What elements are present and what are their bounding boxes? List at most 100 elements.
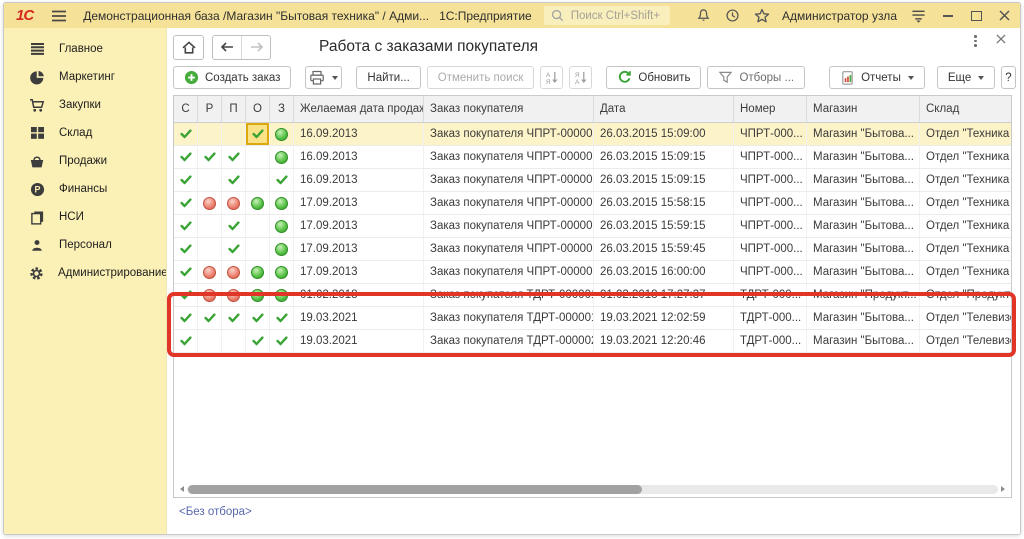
person-icon (29, 238, 45, 253)
cell-number: ЧПРТ-000... (734, 215, 807, 237)
main-menu-icon[interactable] (51, 9, 67, 23)
check-icon (180, 221, 192, 231)
scroll-left-icon[interactable] (180, 486, 184, 492)
close-window-button[interactable] (998, 10, 1010, 22)
cell-number: ЧПРТ-000... (734, 123, 807, 145)
print-button[interactable] (305, 66, 342, 89)
column-header-8[interactable]: Дата (594, 96, 734, 122)
cell-date: 26.03.2015 15:09:00 (594, 123, 734, 145)
refresh-button[interactable]: Обновить (606, 66, 701, 89)
sort-ascending-button[interactable]: АЯ (540, 66, 563, 89)
help-button[interactable]: ? (1001, 66, 1015, 89)
more-dropdown-caret-icon (978, 76, 984, 80)
column-header-9[interactable]: Номер (734, 96, 807, 122)
sidebar-item-7[interactable]: НСИ (4, 203, 166, 231)
table-row[interactable]: 17.09.2013Заказ покупателя ЧПРТ-00000...… (174, 192, 1011, 215)
reports-button[interactable]: Отчеты (829, 66, 925, 89)
sidebar-item-9[interactable]: Администрирование (4, 259, 166, 287)
sidebar-item-6[interactable]: РФинансы (4, 175, 166, 203)
cell-order: Заказ покупателя ЧПРТ-00000... (424, 261, 594, 283)
status-cell (246, 261, 270, 283)
status-green-icon (275, 128, 288, 141)
back-button[interactable] (213, 36, 241, 59)
column-header-6[interactable]: Желаемая дата продажи (294, 96, 424, 122)
history-nav-buttons (212, 35, 271, 60)
table-row[interactable]: 17.09.2013Заказ покупателя ЧПРТ-00000...… (174, 215, 1011, 238)
table-row[interactable]: 19.03.2021Заказ покупателя ТДРТ-000002..… (174, 330, 1011, 353)
print-dropdown-caret-icon (332, 76, 338, 80)
status-cell (198, 307, 222, 329)
horizontal-scrollbar[interactable] (180, 484, 1005, 494)
forward-button[interactable] (241, 36, 270, 59)
sidebar-item-5[interactable]: Продажи (4, 147, 166, 175)
sidebar-item-4[interactable]: Склад (4, 119, 166, 147)
grid-icon (29, 126, 45, 140)
check-icon (228, 244, 240, 254)
funnel-icon (718, 70, 733, 85)
more-button[interactable]: Еще (937, 66, 995, 89)
cell-warehouse: Отдел "Продукть (920, 284, 1011, 306)
scrollbar-thumb[interactable] (188, 485, 642, 494)
cell-order: Заказ покупателя ЧПРТ-00000... (424, 215, 594, 237)
scrollbar-track[interactable] (187, 485, 998, 494)
maximize-button[interactable] (970, 10, 982, 22)
column-header-4[interactable]: О (246, 96, 270, 122)
favorites-star-icon[interactable] (754, 8, 770, 24)
status-cell (270, 169, 294, 191)
status-green-icon (275, 289, 288, 302)
column-header-2[interactable]: Р (198, 96, 222, 122)
column-header-5[interactable]: З (270, 96, 294, 122)
history-icon[interactable] (725, 8, 740, 23)
table-row[interactable]: 16.09.2013Заказ покупателя ЧПРТ-00000...… (174, 169, 1011, 192)
search-input[interactable] (569, 9, 663, 23)
table-row[interactable]: 16.09.2013Заказ покупателя ЧПРТ-00000...… (174, 123, 1011, 146)
current-user[interactable]: Администратор узла (782, 9, 897, 23)
filter-status-link[interactable]: <Без отбора> (179, 506, 252, 518)
filters-button[interactable]: Отборы ... (707, 66, 805, 89)
table-row[interactable]: 17.09.2013Заказ покупателя ЧПРТ-00000...… (174, 261, 1011, 284)
column-header-11[interactable]: Склад (920, 96, 1011, 122)
sidebar-item-8[interactable]: Персонал (4, 231, 166, 259)
status-cell (198, 261, 222, 283)
notifications-bell-icon[interactable] (696, 8, 711, 23)
sidebar-item-2[interactable]: Маркетинг (4, 63, 166, 91)
cell-warehouse: Отдел "Техника д (920, 169, 1011, 191)
sidebar-item-3[interactable]: Закупки (4, 91, 166, 119)
global-search-field[interactable] (544, 6, 670, 25)
table-row[interactable]: 19.03.2021Заказ покупателя ТДРТ-000001..… (174, 307, 1011, 330)
status-cell (174, 169, 198, 191)
check-icon (276, 175, 288, 185)
cell-number: ЧПРТ-000... (734, 192, 807, 214)
column-header-1[interactable]: С (174, 96, 198, 122)
sidebar-item-label: Главное (59, 43, 103, 55)
column-header-3[interactable]: П (222, 96, 246, 122)
create-order-button[interactable]: Создать заказ (173, 66, 291, 89)
column-header-10[interactable]: Магазин (807, 96, 920, 122)
cell-wish_date: 17.09.2013 (294, 215, 424, 237)
cell-store: Магазин "Бытова... (807, 330, 920, 352)
status-cell (198, 146, 222, 168)
status-cell (222, 192, 246, 214)
status-cell (270, 238, 294, 260)
home-button[interactable] (173, 35, 204, 60)
status-cell (246, 146, 270, 168)
form-close-icon[interactable] (994, 32, 1008, 46)
sort-descending-button[interactable]: ЯА (569, 66, 592, 89)
find-button[interactable]: Найти... (356, 66, 420, 89)
service-menu-icon[interactable] (911, 9, 926, 23)
form-menu-dots-icon[interactable] (971, 32, 980, 50)
cell-date: 19.03.2021 12:20:46 (594, 330, 734, 352)
status-cell (222, 169, 246, 191)
cancel-search-button[interactable]: Отменить поиск (427, 66, 535, 89)
scroll-right-icon[interactable] (1001, 486, 1005, 492)
table-row[interactable]: 16.09.2013Заказ покупателя ЧПРТ-00000...… (174, 146, 1011, 169)
sidebar-item-1[interactable]: Главное (4, 35, 166, 63)
table-row[interactable]: 17.09.2013Заказ покупателя ЧПРТ-00000...… (174, 238, 1011, 261)
status-cell (198, 123, 222, 145)
svg-text:Р: Р (34, 184, 40, 194)
check-icon (180, 129, 192, 139)
column-header-7[interactable]: Заказ покупателя (424, 96, 594, 122)
table-row[interactable]: 01.02.2018Заказ покупателя ТДРТ-000001..… (174, 284, 1011, 307)
sidebar-item-label: Продажи (59, 155, 107, 167)
minimize-button[interactable] (942, 10, 954, 22)
